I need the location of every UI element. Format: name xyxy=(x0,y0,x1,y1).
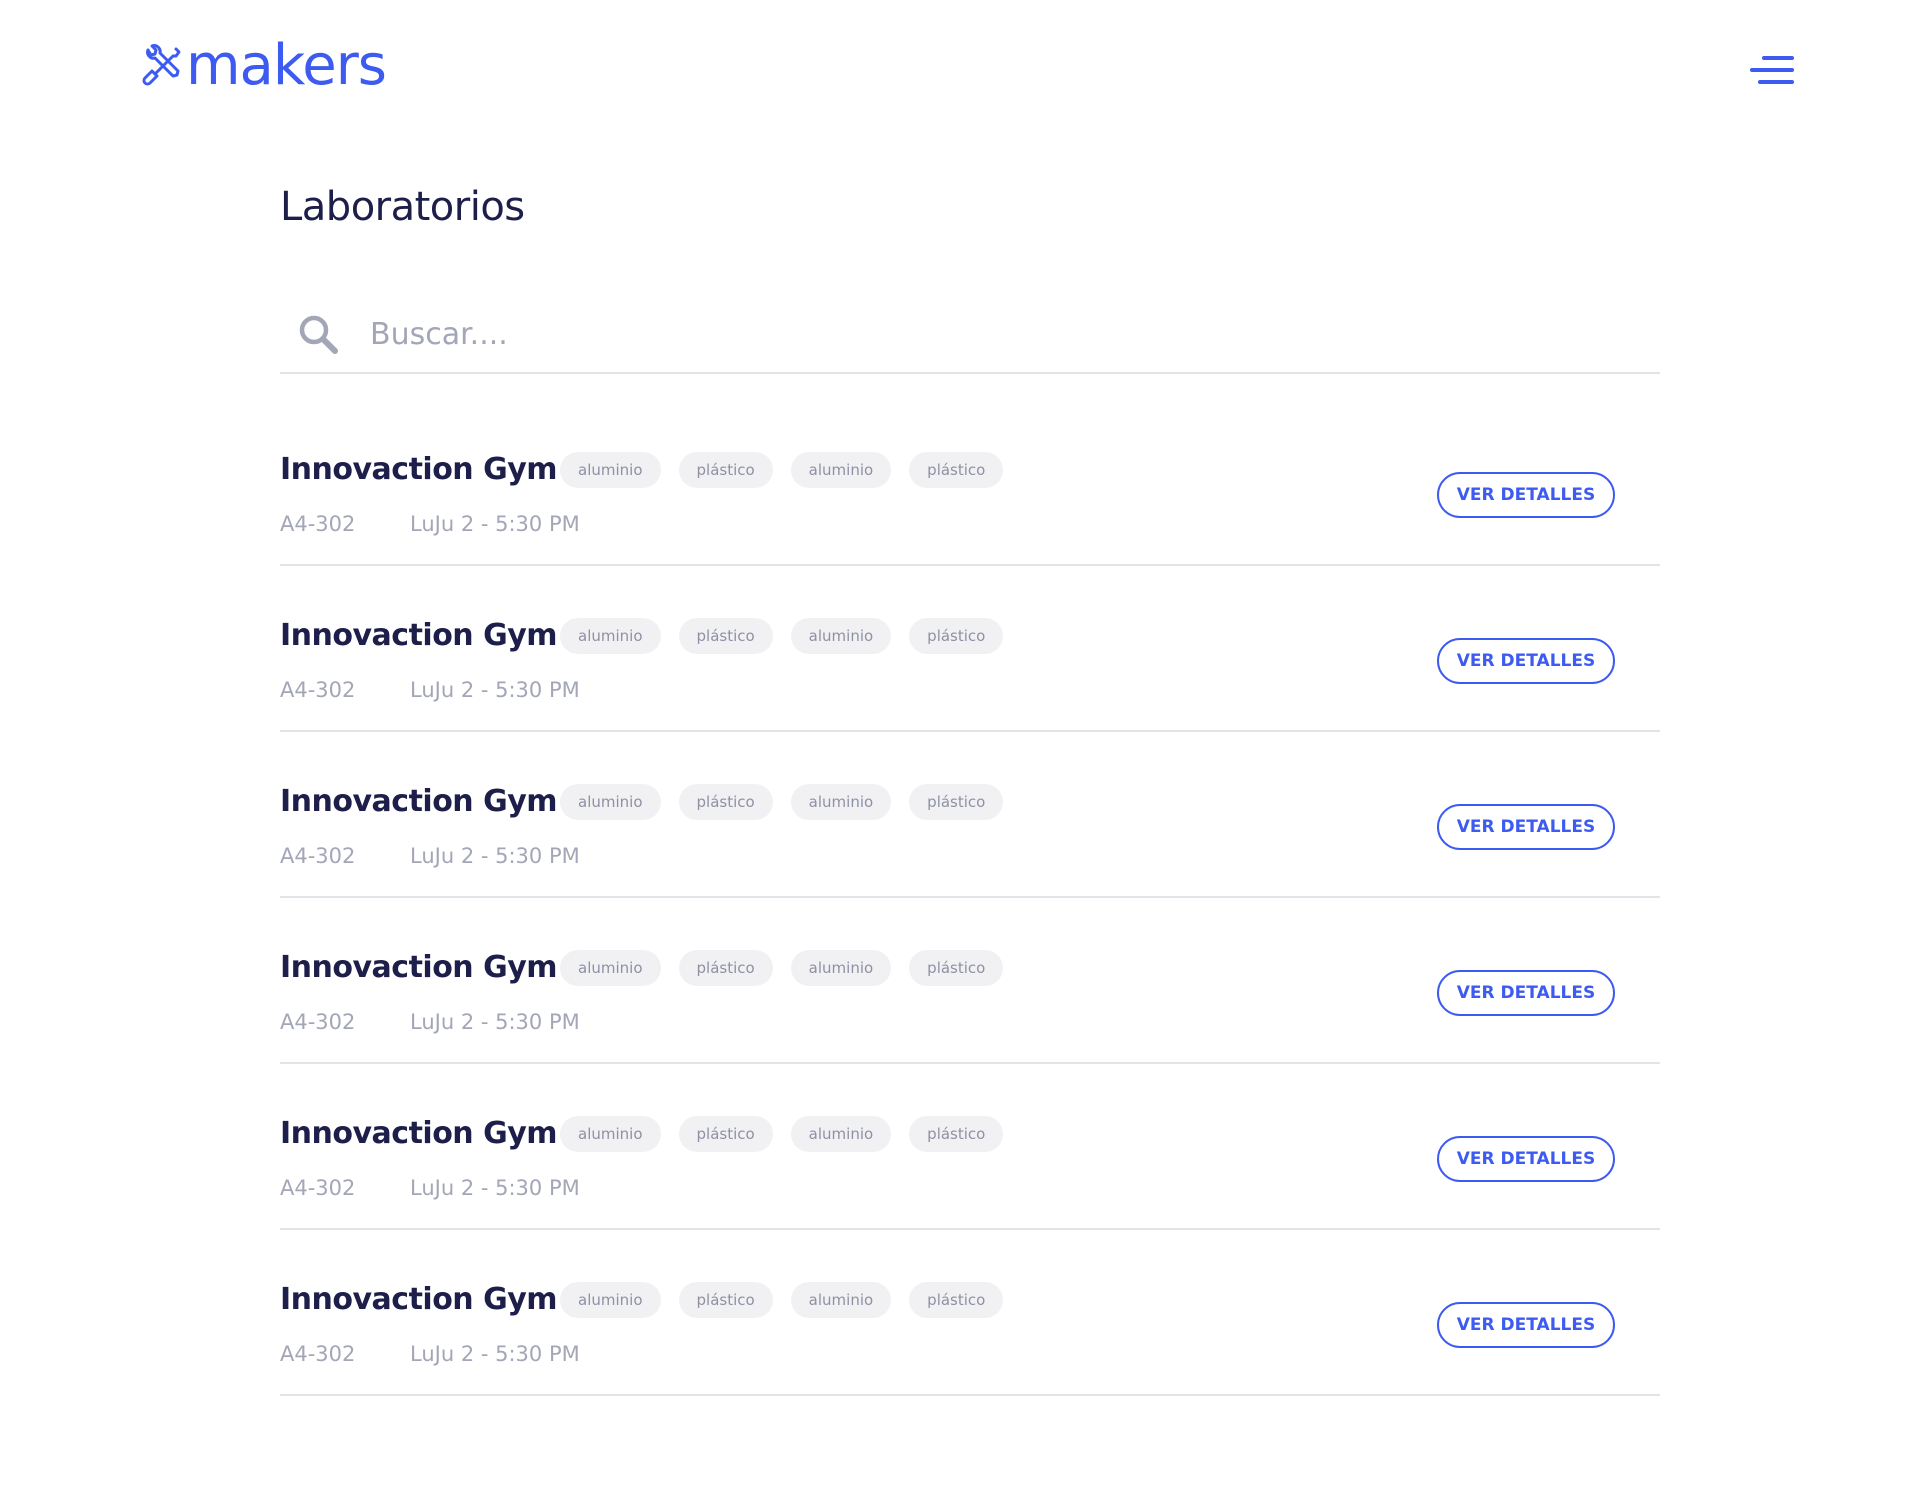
material-tag: aluminio xyxy=(560,452,661,488)
lab-list: Innovaction Gym aluminio plástico aluminio p… xyxy=(280,402,1660,1398)
lab-tags: aluminio plástico aluminio plástico xyxy=(560,618,1004,654)
hamburger-menu-icon[interactable] xyxy=(1750,52,1796,92)
lab-schedule: LuJu 2 - 5:30 PM xyxy=(410,1010,580,1034)
material-tag: aluminio xyxy=(560,1282,661,1318)
lab-row: Innovaction Gym aluminio plástico aluminio p… xyxy=(280,402,1660,566)
lab-schedule: LuJu 2 - 5:30 PM xyxy=(410,1342,580,1366)
lab-room: A4-302 xyxy=(280,1176,356,1200)
material-tag: plástico xyxy=(678,452,773,488)
material-tag: aluminio xyxy=(790,618,892,654)
material-tag: plástico xyxy=(678,950,773,986)
lab-room: A4-302 xyxy=(280,678,356,702)
lab-schedule: LuJu 2 - 5:30 PM xyxy=(410,844,580,868)
material-tag: aluminio xyxy=(560,1116,661,1152)
lab-tags: aluminio plástico aluminio plástico xyxy=(560,950,1004,986)
material-tag: aluminio xyxy=(790,784,892,820)
search-bar xyxy=(280,296,1660,374)
lab-room: A4-302 xyxy=(280,1342,356,1366)
lab-schedule: LuJu 2 - 5:30 PM xyxy=(410,512,580,536)
lab-tags: aluminio plástico aluminio plástico xyxy=(560,784,1004,820)
material-tag: plástico xyxy=(909,452,1004,488)
material-tag: plástico xyxy=(909,1116,1004,1152)
search-icon[interactable] xyxy=(296,312,340,356)
material-tag: aluminio xyxy=(790,950,892,986)
view-details-button[interactable]: VER DETALLES xyxy=(1437,638,1615,684)
material-tag: aluminio xyxy=(560,950,661,986)
search-input[interactable] xyxy=(368,308,1572,360)
lab-room: A4-302 xyxy=(280,512,356,536)
lab-row: Innovaction Gym aluminio plástico aluminio p… xyxy=(280,568,1660,732)
logo-text: makers xyxy=(186,33,387,98)
view-details-button[interactable]: VER DETALLES xyxy=(1437,1136,1615,1182)
material-tag: aluminio xyxy=(790,452,892,488)
material-tag: plástico xyxy=(678,1282,773,1318)
material-tag: aluminio xyxy=(790,1282,892,1318)
view-details-button[interactable]: VER DETALLES xyxy=(1437,1302,1615,1348)
lab-tags: aluminio plástico aluminio plástico xyxy=(560,452,1004,488)
page-title: Laboratorios xyxy=(280,184,525,230)
material-tag: aluminio xyxy=(560,618,661,654)
lab-schedule: LuJu 2 - 5:30 PM xyxy=(410,1176,580,1200)
lab-room: A4-302 xyxy=(280,844,356,868)
material-tag: plástico xyxy=(909,1282,1004,1318)
lab-schedule: LuJu 2 - 5:30 PM xyxy=(410,678,580,702)
lab-name: Innovaction Gym xyxy=(280,1116,558,1151)
material-tag: plástico xyxy=(909,784,1004,820)
lab-tags: aluminio plástico aluminio plástico xyxy=(560,1282,1004,1318)
lab-name: Innovaction Gym xyxy=(280,784,558,819)
lab-name: Innovaction Gym xyxy=(280,1282,558,1317)
material-tag: plástico xyxy=(909,950,1004,986)
lab-name: Innovaction Gym xyxy=(280,950,558,985)
site-header: makers xyxy=(0,0,1920,140)
lab-tags: aluminio plástico aluminio plástico xyxy=(560,1116,1004,1152)
view-details-button[interactable]: VER DETALLES xyxy=(1437,804,1615,850)
tools-icon xyxy=(142,44,181,86)
lab-row: Innovaction Gym aluminio plástico aluminio p… xyxy=(280,900,1660,1064)
lab-name: Innovaction Gym xyxy=(280,618,558,653)
view-details-button[interactable]: VER DETALLES xyxy=(1437,970,1615,1016)
lab-row: Innovaction Gym aluminio plástico aluminio p… xyxy=(280,1066,1660,1230)
material-tag: aluminio xyxy=(560,784,661,820)
lab-name: Innovaction Gym xyxy=(280,452,558,487)
view-details-button[interactable]: VER DETALLES xyxy=(1437,472,1615,518)
lab-room: A4-302 xyxy=(280,1010,356,1034)
material-tag: plástico xyxy=(678,618,773,654)
hamburger-menu-icon-graphic xyxy=(1750,56,1794,84)
lab-row: Innovaction Gym aluminio plástico aluminio p… xyxy=(280,734,1660,898)
material-tag: plástico xyxy=(678,784,773,820)
makers-logo[interactable]: makers xyxy=(140,33,387,98)
material-tag: aluminio xyxy=(790,1116,892,1152)
material-tag: plástico xyxy=(678,1116,773,1152)
material-tag: plástico xyxy=(909,618,1004,654)
lab-row: Innovaction Gym aluminio plástico aluminio p… xyxy=(280,1232,1660,1396)
